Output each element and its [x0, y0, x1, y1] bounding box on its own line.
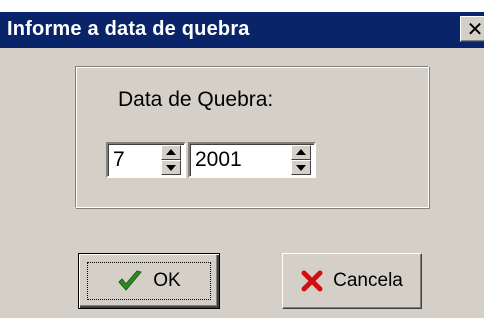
group-label: Data de Quebra: [118, 88, 274, 111]
year-increment-button[interactable] [291, 145, 311, 160]
focus-rectangle [87, 262, 211, 300]
month-spin-buttons [161, 145, 181, 175]
year-decrement-button[interactable] [291, 160, 311, 175]
red-x-icon [301, 270, 323, 292]
year-value[interactable]: 2001 [195, 148, 242, 172]
cancel-button[interactable]: Cancela [282, 253, 422, 309]
cancel-label: Cancela [333, 270, 403, 291]
ok-button[interactable]: OK [78, 253, 220, 309]
dialog-window: Informe a data de quebra ✕ Data de Quebr… [0, 12, 484, 318]
month-increment-button[interactable] [161, 145, 181, 160]
year-spinner[interactable]: 2001 [188, 142, 316, 178]
year-spin-buttons [291, 145, 311, 175]
window-title: Informe a data de quebra [7, 18, 250, 40]
close-icon: ✕ [466, 17, 484, 41]
date-group-box: Data de Quebra: 7 2001 [75, 66, 429, 208]
month-value[interactable]: 7 [113, 148, 125, 172]
close-button[interactable]: ✕ [460, 16, 484, 42]
month-decrement-button[interactable] [161, 160, 181, 175]
title-bar[interactable]: Informe a data de quebra ✕ [0, 12, 484, 48]
month-spinner[interactable]: 7 [106, 142, 186, 178]
